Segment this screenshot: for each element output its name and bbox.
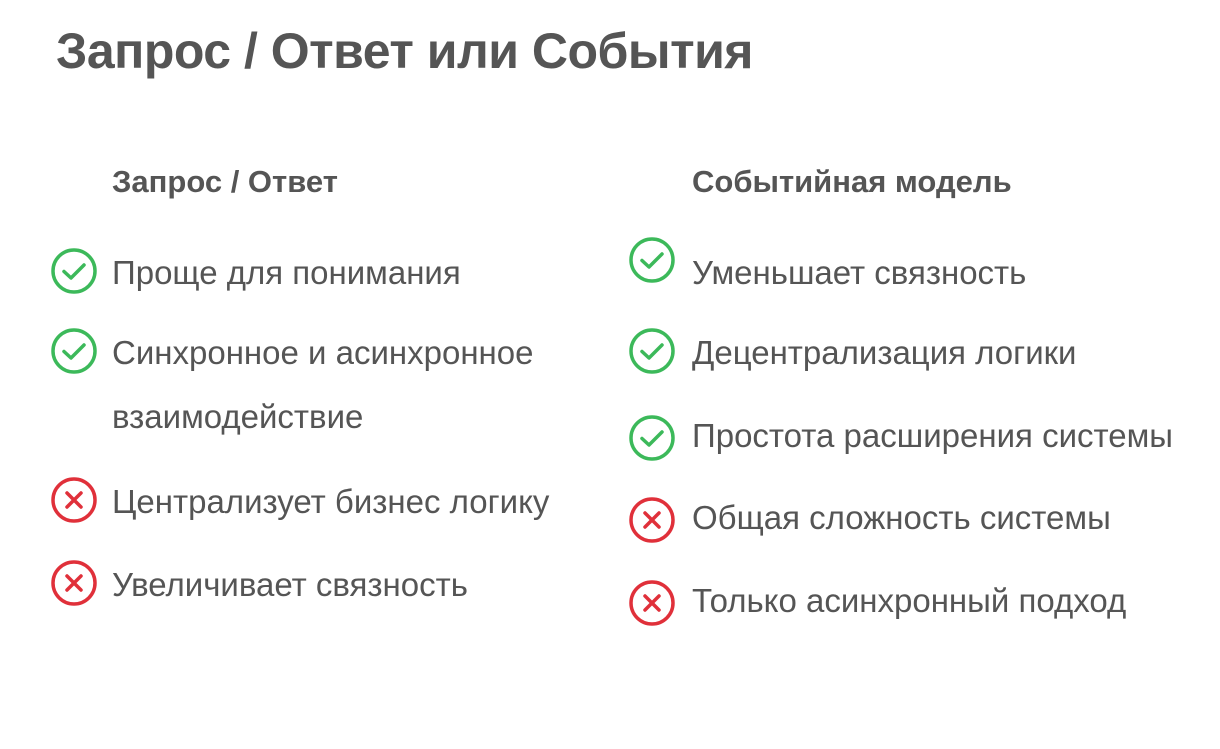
list-item-text: Простота расширения системы [692, 417, 1174, 454]
check-circle-icon [628, 414, 676, 462]
page-title: Запрос / Ответ или События [56, 23, 754, 79]
event-model-heading: Событийная модель [692, 164, 1012, 199]
list-item-text: Только асинхронный подход [692, 582, 1127, 619]
list-item-text: Синхронное и асинхронное взаимодействие [112, 334, 534, 435]
list-item-text: Децентрализация логики [692, 334, 1077, 371]
cross-circle-icon [628, 496, 676, 544]
check-circle-icon [628, 236, 676, 284]
cross-circle-icon [50, 559, 98, 607]
check-circle-icon [628, 327, 676, 375]
cross-circle-icon [628, 579, 676, 627]
list-item-text: Проще для понимания [112, 254, 461, 291]
check-circle-icon [50, 247, 98, 295]
request-response-heading: Запрос / Ответ [112, 164, 338, 199]
list-item-text: Общая сложность системы [692, 499, 1111, 536]
list-item-text: Увеличивает связность [112, 566, 468, 603]
list-item-text: Уменьшает связность [692, 254, 1027, 291]
cross-circle-icon [50, 476, 98, 524]
list-item-text: Централизует бизнес логику [112, 483, 550, 520]
check-circle-icon [50, 327, 98, 375]
